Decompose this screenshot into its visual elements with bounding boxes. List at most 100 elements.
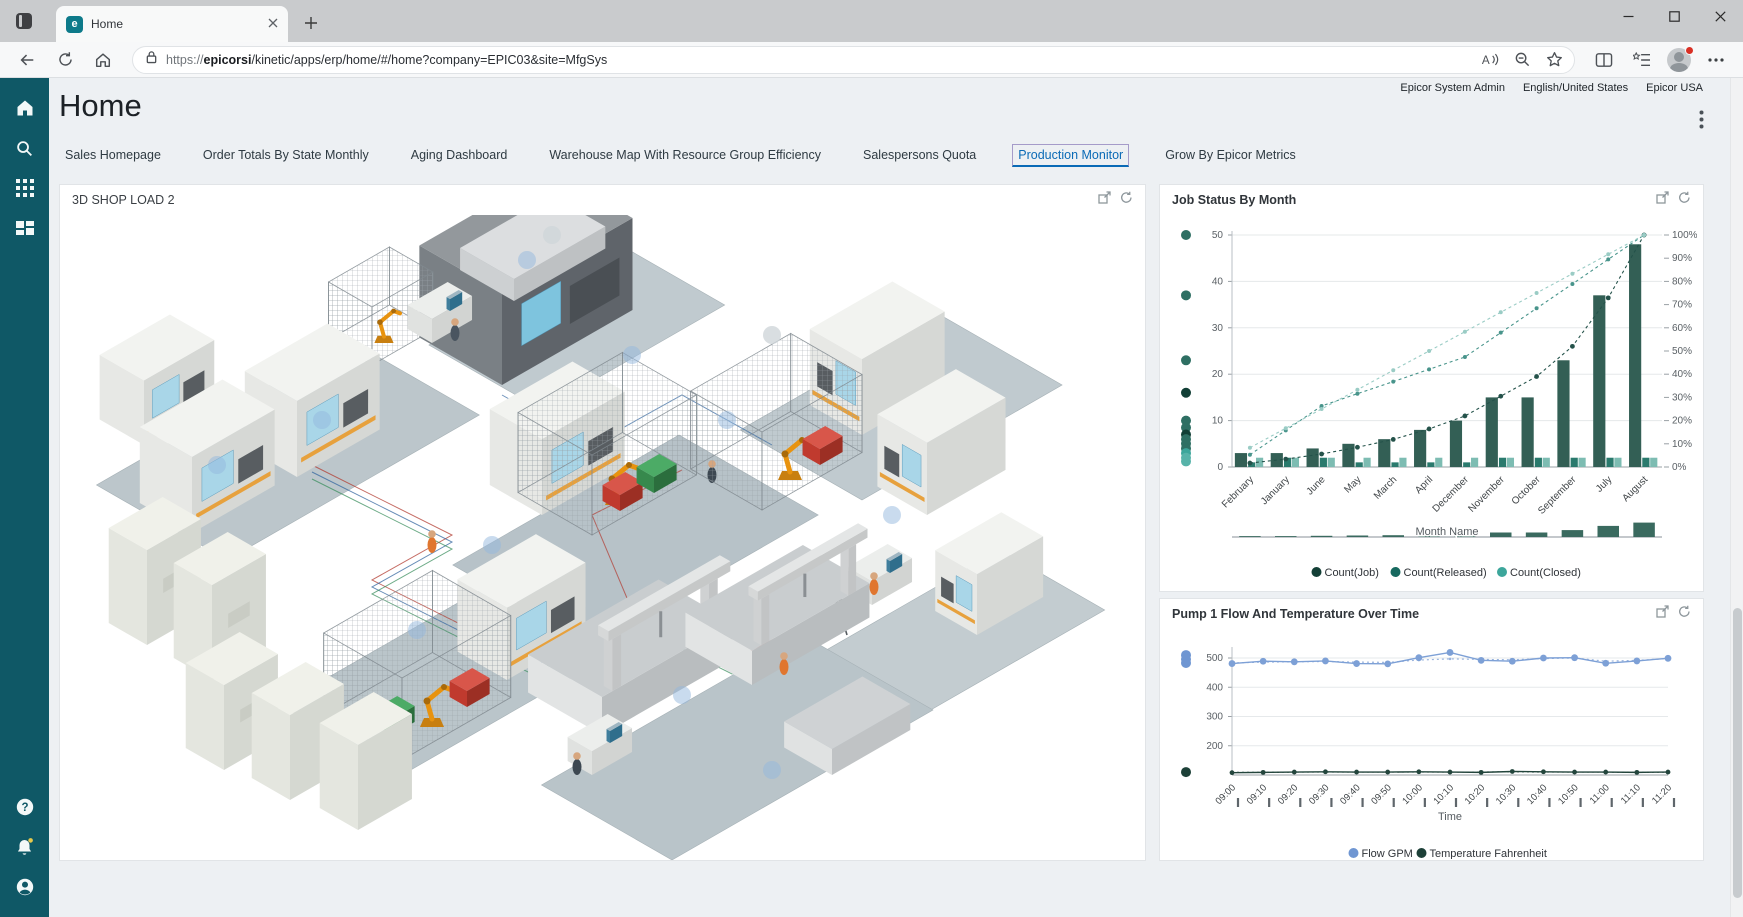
view-tab-sales-homepage[interactable]: Sales Homepage	[59, 144, 167, 167]
page-scrollbar[interactable]	[1730, 78, 1743, 917]
svg-text:400: 400	[1206, 682, 1223, 693]
pump-title: Pump 1 Flow And Temperature Over Time	[1172, 607, 1419, 621]
popout-icon[interactable]	[1656, 605, 1669, 623]
browser-tab[interactable]: e Home	[56, 6, 288, 42]
url-text[interactable]: https://epicorsi/kinetic/apps/erp/home/#…	[166, 53, 1474, 67]
svg-text:10:50: 10:50	[1556, 782, 1581, 807]
svg-text:09:30: 09:30	[1307, 782, 1332, 807]
refresh-icon[interactable]	[46, 45, 84, 75]
sidebar-account-icon[interactable]	[5, 867, 45, 907]
svg-text:March: March	[1372, 474, 1399, 501]
shop-load-panel: 3D SHOP LOAD 2	[59, 184, 1146, 861]
overflow-menu-icon[interactable]	[1691, 108, 1711, 130]
svg-text:Flow GPM: Flow GPM	[1362, 848, 1413, 859]
svg-text:70%: 70%	[1672, 300, 1692, 311]
sidebar-notifications-icon[interactable]	[5, 827, 45, 867]
svg-text:December: December	[1431, 474, 1472, 515]
svg-text:August: August	[1620, 474, 1650, 504]
svg-text:0%: 0%	[1672, 462, 1687, 473]
job-status-panel: Job Status By Month 010203040500%10%20%3…	[1159, 184, 1704, 592]
svg-text:10:20: 10:20	[1463, 782, 1488, 807]
minimize-icon[interactable]	[1605, 0, 1651, 32]
svg-text:20%: 20%	[1672, 416, 1692, 427]
panel-refresh-icon[interactable]	[1120, 191, 1133, 209]
svg-text:May: May	[1342, 474, 1363, 495]
panel-refresh-icon[interactable]	[1678, 605, 1691, 623]
svg-text:April: April	[1413, 474, 1435, 496]
svg-text:January: January	[1259, 474, 1292, 507]
sidebar-apps-grid-icon[interactable]	[5, 168, 45, 208]
svg-text:October: October	[1510, 474, 1543, 507]
sidebar-home-icon[interactable]	[5, 88, 45, 128]
job-status-chart: 010203040500%10%20%30%40%50%60%70%80%90%…	[1168, 217, 1697, 589]
view-tab-warehouse-map-with-resource-group-efficiency[interactable]: Warehouse Map With Resource Group Effici…	[543, 144, 827, 167]
svg-text:Count(Released): Count(Released)	[1404, 567, 1487, 579]
svg-text:10%: 10%	[1672, 439, 1692, 450]
workspaces-icon[interactable]	[12, 9, 36, 33]
browser-toolbar: https://epicorsi/kinetic/apps/erp/home/#…	[0, 42, 1743, 78]
sidebar-search-icon[interactable]	[5, 128, 45, 168]
split-screen-icon[interactable]	[1585, 45, 1623, 75]
svg-text:40: 40	[1212, 276, 1224, 287]
svg-text:A: A	[1482, 54, 1490, 67]
popout-icon[interactable]	[1656, 191, 1669, 209]
svg-text:40%: 40%	[1672, 369, 1692, 380]
company-selector[interactable]: Epicor USA	[1646, 82, 1703, 94]
pump-panel: Pump 1 Flow And Temperature Over Time 20…	[1159, 598, 1704, 861]
svg-text:11:10: 11:10	[1619, 782, 1643, 806]
page-title: Home	[59, 88, 142, 124]
svg-text:300: 300	[1206, 712, 1223, 723]
maximize-icon[interactable]	[1651, 0, 1697, 32]
more-options-icon[interactable]	[1697, 45, 1735, 75]
collections-icon[interactable]	[1623, 45, 1661, 75]
favorites-star-icon[interactable]	[1538, 47, 1570, 73]
sidebar-dashboards-icon[interactable]	[5, 208, 45, 248]
browser-tab-bar: e Home	[0, 0, 1743, 42]
sidebar-help-icon[interactable]: ?	[5, 787, 45, 827]
svg-text:09:00: 09:00	[1214, 782, 1239, 807]
svg-text:10:40: 10:40	[1525, 782, 1550, 807]
svg-text:50%: 50%	[1672, 346, 1692, 357]
svg-text:June: June	[1305, 474, 1328, 497]
profile-notification-dot	[1685, 46, 1694, 55]
tab-title: Home	[91, 17, 268, 31]
read-aloud-icon[interactable]: A	[1474, 47, 1506, 73]
panel-refresh-icon[interactable]	[1678, 191, 1691, 209]
svg-text:July: July	[1594, 474, 1614, 494]
user-menu[interactable]: Epicor System Admin	[1400, 82, 1505, 94]
language-selector[interactable]: English/United States	[1523, 82, 1628, 94]
new-tab-button[interactable]	[298, 10, 324, 36]
epicor-favicon-icon: e	[66, 16, 83, 33]
shop-floor-illustration	[72, 215, 1135, 860]
svg-text:Time: Time	[1438, 811, 1462, 823]
app-sidebar: ?	[0, 78, 49, 917]
view-tab-aging-dashboard[interactable]: Aging Dashboard	[405, 144, 514, 167]
back-icon[interactable]	[8, 45, 46, 75]
view-tab-production-monitor[interactable]: Production Monitor	[1012, 144, 1129, 167]
view-tab-order-totals-by-state-monthly[interactable]: Order Totals By State Monthly	[197, 144, 375, 167]
svg-text:0: 0	[1217, 462, 1223, 473]
svg-text:10: 10	[1212, 416, 1224, 427]
app-root: ? Epicor System Admin English/United Sta…	[0, 78, 1743, 917]
lock-icon[interactable]	[145, 50, 158, 69]
tab-close-icon[interactable]	[268, 15, 278, 33]
view-tab-salespersons-quota[interactable]: Salespersons Quota	[857, 144, 982, 167]
svg-text:200: 200	[1206, 741, 1223, 752]
svg-text:60%: 60%	[1672, 323, 1692, 334]
view-tab-grow-by-epicor-metrics[interactable]: Grow By Epicor Metrics	[1159, 144, 1302, 167]
svg-text:09:20: 09:20	[1276, 782, 1301, 807]
svg-text:20: 20	[1212, 369, 1224, 380]
svg-text:80%: 80%	[1672, 276, 1692, 287]
zoom-out-icon[interactable]	[1506, 47, 1538, 73]
address-bar[interactable]: https://epicorsi/kinetic/apps/erp/home/#…	[132, 46, 1575, 74]
main-content: Epicor System Admin English/United State…	[49, 78, 1743, 917]
pump-chart: 20030040050009:0009:1009:2009:3009:4009:…	[1168, 629, 1697, 859]
svg-text:Count(Closed): Count(Closed)	[1510, 567, 1581, 579]
svg-text:Count(Job): Count(Job)	[1325, 567, 1379, 579]
close-window-icon[interactable]	[1697, 0, 1743, 32]
browser-home-icon[interactable]	[84, 45, 122, 75]
dashboard-tabstrip: Sales Homepage Order Totals By State Mont…	[59, 144, 1302, 167]
scrollbar-thumb[interactable]	[1733, 608, 1742, 898]
popout-icon[interactable]	[1098, 191, 1111, 209]
profile-avatar[interactable]	[1661, 45, 1697, 75]
